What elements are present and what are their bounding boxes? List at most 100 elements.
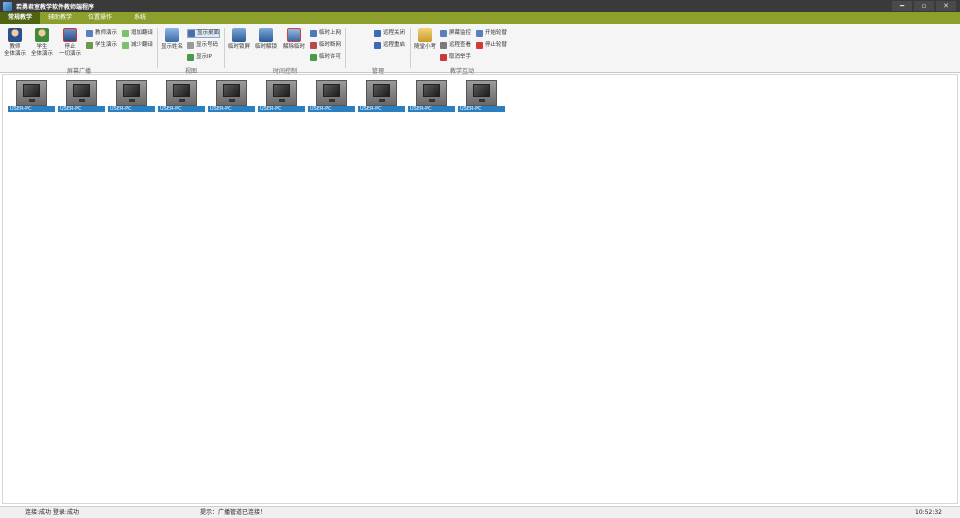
tab-position-operation[interactable]: 位置操作 — [80, 12, 120, 24]
monitor-icon — [116, 80, 147, 106]
student-computer-tile[interactable]: USER-PC — [308, 80, 355, 113]
monitor-stand — [379, 99, 385, 102]
remote-shutdown-button[interactable]: 远程关闭 — [374, 29, 405, 38]
monitor-icon — [440, 30, 447, 37]
student-computer-tile[interactable]: USER-PC — [258, 80, 305, 113]
monitor-icon — [216, 80, 247, 106]
title-bar: 若勇君室教学软件教师端程序 ━ ▫ ✕ — [0, 0, 960, 12]
group-divider — [157, 28, 158, 68]
cancel-raise-hand-button[interactable]: 取消举手 — [440, 53, 471, 62]
student-computer-name: USER-PC — [358, 106, 405, 112]
show-number-label: 显示号码 — [196, 42, 219, 48]
monitor-stand — [229, 99, 235, 102]
status-bar: 连接:成功 登录:成功 提示：广播管道已连接！ 10:52:32 — [0, 506, 960, 518]
temp-unlock-button[interactable]: 临时解锁 — [253, 28, 279, 51]
monitor-screen — [273, 84, 290, 97]
tab-assisted-teaching[interactable]: 辅助教学 — [40, 12, 80, 24]
stop-demo-icon — [63, 28, 77, 42]
temp-disconnect-button[interactable]: 临时断网 — [310, 41, 341, 50]
add-icon — [122, 30, 129, 37]
screen-monitor-button[interactable]: 屏幕监控 — [440, 29, 471, 38]
teacher-demo-button[interactable]: 教师演示 — [86, 29, 117, 38]
close-button[interactable]: ✕ — [936, 1, 956, 11]
monitor-stand — [279, 99, 285, 102]
tab-system[interactable]: 系统 — [120, 12, 160, 24]
student-computer-name: USER-PC — [408, 106, 455, 112]
temp-disconnect-label: 临时断网 — [319, 42, 342, 48]
reduce-icon — [122, 42, 129, 49]
monitor-icon — [466, 80, 497, 106]
show-number-button[interactable]: 显示号码 — [187, 41, 218, 50]
release-temp-button[interactable]: 解除临时 — [281, 28, 307, 51]
student-computer-tile[interactable]: USER-PC — [58, 80, 105, 113]
temp-permit-button[interactable]: 临时许可 — [310, 53, 341, 62]
student-demo-label: 学生演示 — [95, 42, 118, 48]
monitor-screen — [423, 84, 440, 97]
temp-unlock-label: 临时解锁 — [254, 44, 277, 50]
group-divider — [345, 28, 346, 68]
monitor-stand — [79, 99, 85, 102]
quiz-label: 随堂小考 — [413, 44, 436, 50]
student-computer-tile[interactable]: USER-PC — [8, 80, 55, 113]
temp-lock-screen-button[interactable]: 临时锁屏 — [226, 28, 252, 51]
student-computer-name: USER-PC — [58, 106, 105, 112]
minimize-button[interactable]: ━ — [892, 1, 912, 11]
remote-view-label: 远程查看 — [449, 42, 472, 48]
student-broadcast-all-label: 学生 全体演示 — [30, 44, 53, 57]
group-view: 显示姓名 显示桌面 显示号码 显示IP 视图 — [159, 26, 223, 75]
student-computer-tile[interactable]: USER-PC — [108, 80, 155, 113]
student-demo-button[interactable]: 学生演示 — [86, 41, 117, 50]
screen-monitor-label: 屏幕监控 — [449, 30, 472, 36]
student-computer-tile[interactable]: USER-PC — [358, 80, 405, 113]
add-translation-button[interactable]: 增加翻译 — [122, 29, 153, 38]
start-rotation-button[interactable]: 开始轮替 — [476, 29, 507, 38]
monitor-stand — [479, 99, 485, 102]
tab-bar: 常规教学 辅助教学 位置操作 系统 — [0, 12, 960, 24]
student-computer-name: USER-PC — [308, 106, 355, 112]
student-grid: USER-PC USER-PC USER-PC USER-PC USER-PC USER-… — [2, 74, 958, 504]
window-title: 若勇君室教学软件教师端程序 — [16, 3, 95, 11]
quiz-button[interactable]: 随堂小考 — [412, 28, 438, 51]
student-computer-name: USER-PC — [208, 106, 255, 112]
monitor-screen — [173, 84, 190, 97]
number-icon — [187, 42, 194, 49]
student-computer-tile[interactable]: USER-PC — [408, 80, 455, 113]
temp-internet-label: 临时上网 — [319, 30, 342, 36]
student-computer-name: USER-PC — [108, 106, 155, 112]
connection-status: 连接:成功 登录:成功 — [25, 509, 79, 516]
show-desktop-button[interactable]: 显示桌面 — [187, 29, 221, 38]
show-ip-button[interactable]: 显示IP — [187, 53, 212, 62]
teacher-small-icon — [86, 30, 93, 37]
show-ip-label: 显示IP — [196, 54, 212, 60]
app-icon — [3, 1, 12, 11]
temp-permit-label: 临时许可 — [319, 54, 342, 60]
monitor-stand — [429, 99, 435, 102]
stop-all-demo-button[interactable]: 停止 一切演示 — [57, 28, 83, 58]
student-computer-tile[interactable]: USER-PC — [208, 80, 255, 113]
permit-icon — [310, 54, 317, 61]
remote-restart-icon — [374, 42, 381, 49]
tab-regular-teaching[interactable]: 常规教学 — [0, 12, 41, 24]
student-computer-name: USER-PC — [458, 106, 505, 112]
teacher-broadcast-all-button[interactable]: 教师 全体演示 — [2, 28, 28, 58]
teacher-broadcast-all-label: 教师 全体演示 — [3, 44, 26, 57]
show-name-button[interactable]: 显示姓名 — [159, 28, 185, 51]
monitor-stand — [29, 99, 35, 102]
lock-screen-icon — [232, 28, 246, 42]
start-rotation-label: 开始轮替 — [485, 30, 508, 36]
student-computer-tile[interactable]: USER-PC — [158, 80, 205, 113]
window-controls: ━ ▫ ✕ — [892, 1, 956, 11]
student-computer-tile[interactable]: USER-PC — [458, 80, 505, 113]
stop-rotation-button[interactable]: 停止轮替 — [476, 41, 507, 50]
monitor-screen — [23, 84, 40, 97]
restore-button[interactable]: ▫ — [914, 1, 934, 11]
remote-restart-button[interactable]: 远程重启 — [374, 41, 405, 50]
group-divider — [224, 28, 225, 68]
reduce-translation-button[interactable]: 减少翻译 — [122, 41, 153, 50]
desktop-icon — [188, 30, 195, 37]
temp-internet-button[interactable]: 临时上网 — [310, 29, 341, 38]
remote-view-icon — [440, 42, 447, 49]
student-demo-icon — [35, 28, 49, 42]
student-broadcast-all-button[interactable]: 学生 全体演示 — [29, 28, 55, 58]
remote-view-button[interactable]: 远程查看 — [440, 41, 471, 50]
